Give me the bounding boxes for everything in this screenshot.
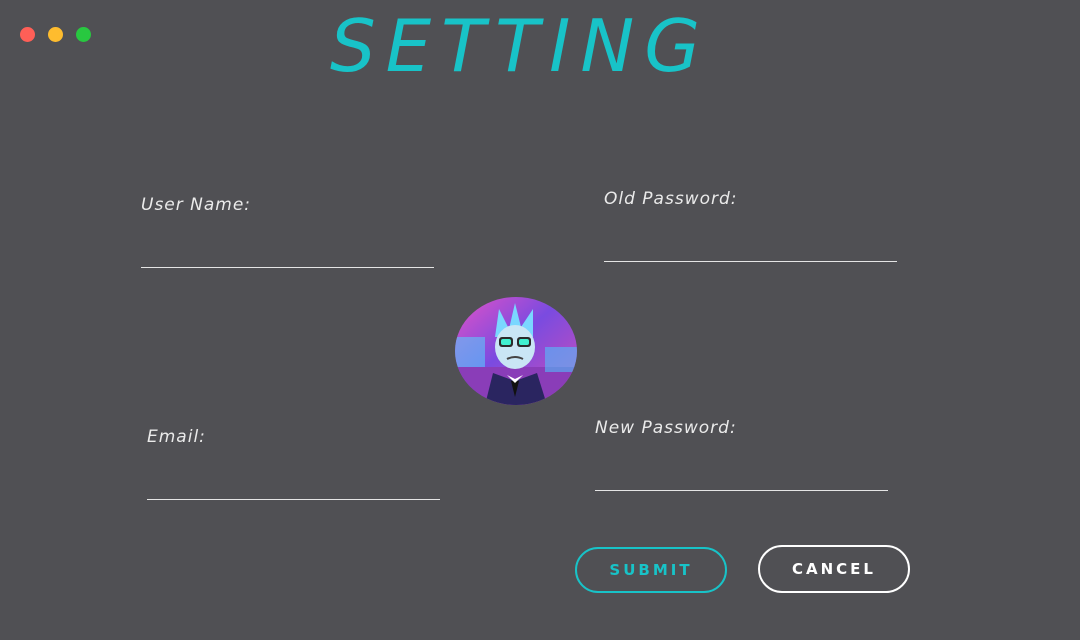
new-password-label: New Password: [595,418,737,438]
email-label: Email: [147,427,206,447]
minimize-window-button[interactable] [48,27,63,42]
email-input[interactable] [147,472,440,500]
profile-avatar-image [455,297,577,405]
window-controls [20,27,91,42]
page-title: SETTING [329,4,711,88]
username-input[interactable] [141,240,434,268]
submit-button[interactable]: SUBMIT [575,547,727,593]
new-password-input[interactable] [595,463,888,491]
settings-window: SETTING User Name: Old Password: Email: … [0,0,1080,640]
maximize-window-button[interactable] [76,27,91,42]
old-password-input[interactable] [604,234,897,262]
cancel-button[interactable]: CANCEL [758,545,910,593]
profile-avatar[interactable] [455,297,577,405]
close-window-button[interactable] [20,27,35,42]
old-password-label: Old Password: [604,189,738,209]
username-label: User Name: [141,195,252,215]
